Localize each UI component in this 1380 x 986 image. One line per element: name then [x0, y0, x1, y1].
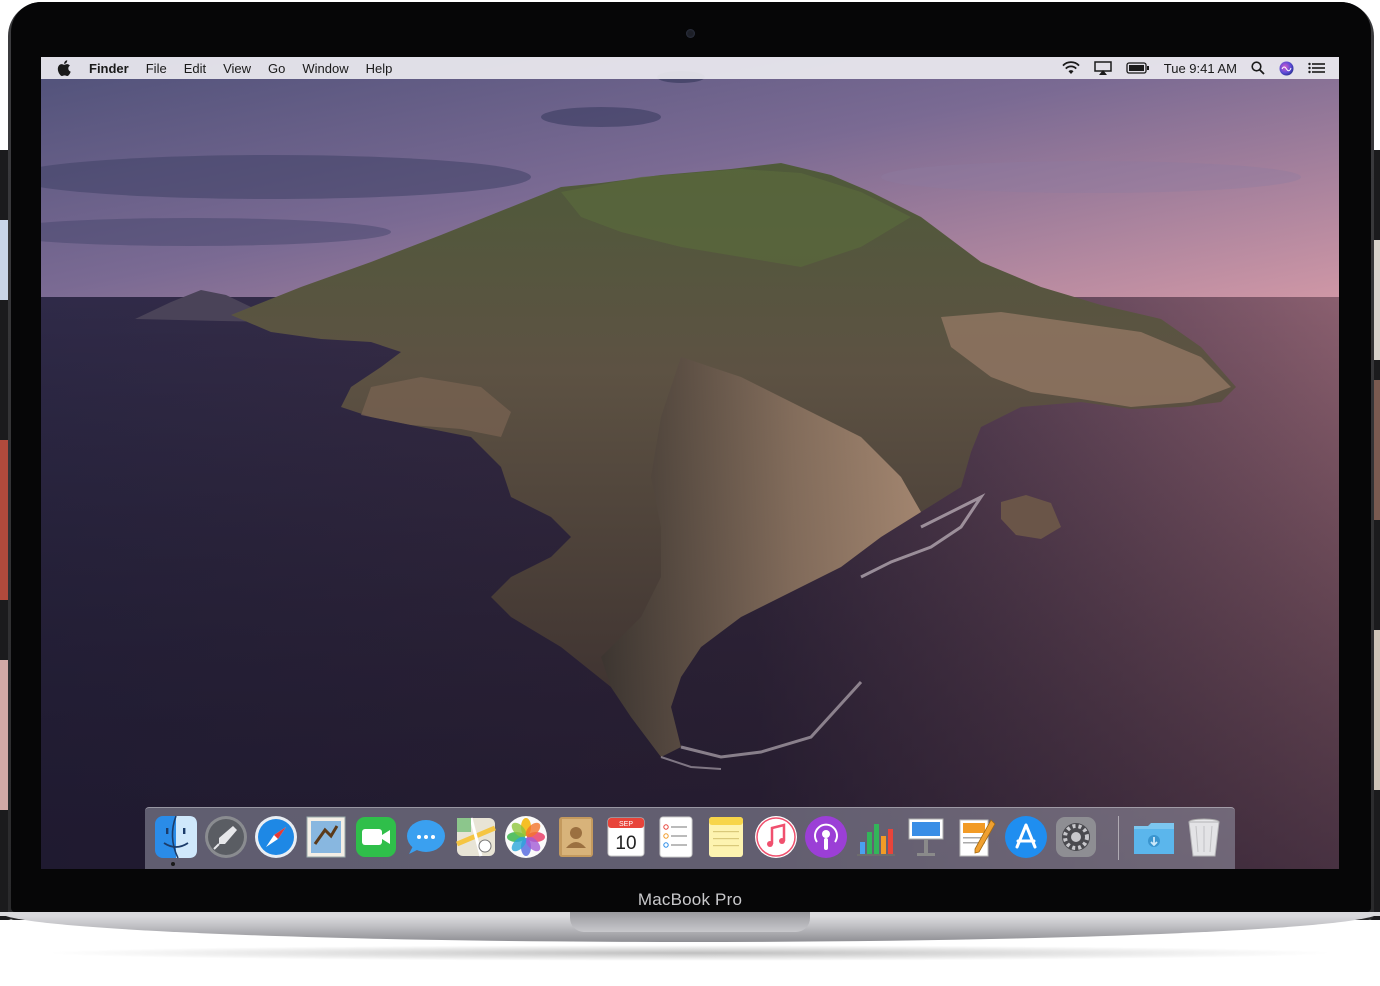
siri-icon[interactable]: [1279, 61, 1294, 76]
device-label: MacBook Pro: [637, 890, 743, 909]
facetime-icon[interactable]: [353, 814, 399, 860]
menu-view[interactable]: View: [223, 61, 251, 76]
dock-running-indicator: [171, 862, 175, 866]
pages-icon[interactable]: [953, 814, 999, 860]
spotlight-search-icon[interactable]: [1251, 61, 1265, 75]
airplay-icon[interactable]: [1094, 61, 1112, 75]
system-preferences-icon[interactable]: [1053, 814, 1099, 860]
launchpad-icon[interactable]: [203, 814, 249, 860]
dock-separator: [1118, 816, 1119, 860]
notification-center-icon[interactable]: [1308, 62, 1325, 74]
downloads-folder-icon[interactable]: [1131, 814, 1177, 860]
wifi-icon[interactable]: [1062, 61, 1080, 75]
screen: Finder File Edit View Go Window Help Tue…: [41, 57, 1339, 869]
keynote-icon[interactable]: [903, 814, 949, 860]
menu-edit[interactable]: Edit: [184, 61, 206, 76]
maps-icon[interactable]: [453, 814, 499, 860]
menu-help[interactable]: Help: [366, 61, 393, 76]
finder-icon[interactable]: [153, 814, 199, 860]
menu-bar: Finder File Edit View Go Window Help Tue…: [41, 57, 1339, 79]
photos-icon[interactable]: [503, 814, 549, 860]
menu-window[interactable]: Window: [302, 61, 348, 76]
calendar-month: SEP: [619, 821, 633, 828]
menu-app-name[interactable]: Finder: [89, 61, 129, 76]
messages-icon[interactable]: [403, 814, 449, 860]
lid-opening-notch: [570, 912, 810, 932]
menu-clock[interactable]: Tue 9:41 AM: [1164, 61, 1237, 76]
contacts-icon[interactable]: [553, 814, 599, 860]
menu-go[interactable]: Go: [268, 61, 285, 76]
podcasts-icon[interactable]: [803, 814, 849, 860]
laptop-shadow: [40, 945, 1340, 961]
calendar-day: 10: [615, 833, 636, 854]
catalina-wallpaper: [41, 57, 1339, 869]
safari-icon[interactable]: [253, 814, 299, 860]
calendar-icon[interactable]: SEP 10: [603, 814, 649, 860]
music-icon[interactable]: [753, 814, 799, 860]
apple-menu-icon[interactable]: [57, 60, 71, 76]
numbers-icon[interactable]: [853, 814, 899, 860]
trash-icon[interactable]: [1181, 814, 1227, 860]
app-store-icon[interactable]: [1003, 814, 1049, 860]
menu-file[interactable]: File: [146, 61, 167, 76]
battery-icon[interactable]: [1126, 62, 1150, 74]
camera: [686, 29, 695, 38]
reminders-icon[interactable]: [653, 814, 699, 860]
dock: SEP 10: [145, 807, 1235, 869]
notes-icon[interactable]: [703, 814, 749, 860]
mail-icon[interactable]: [303, 814, 349, 860]
